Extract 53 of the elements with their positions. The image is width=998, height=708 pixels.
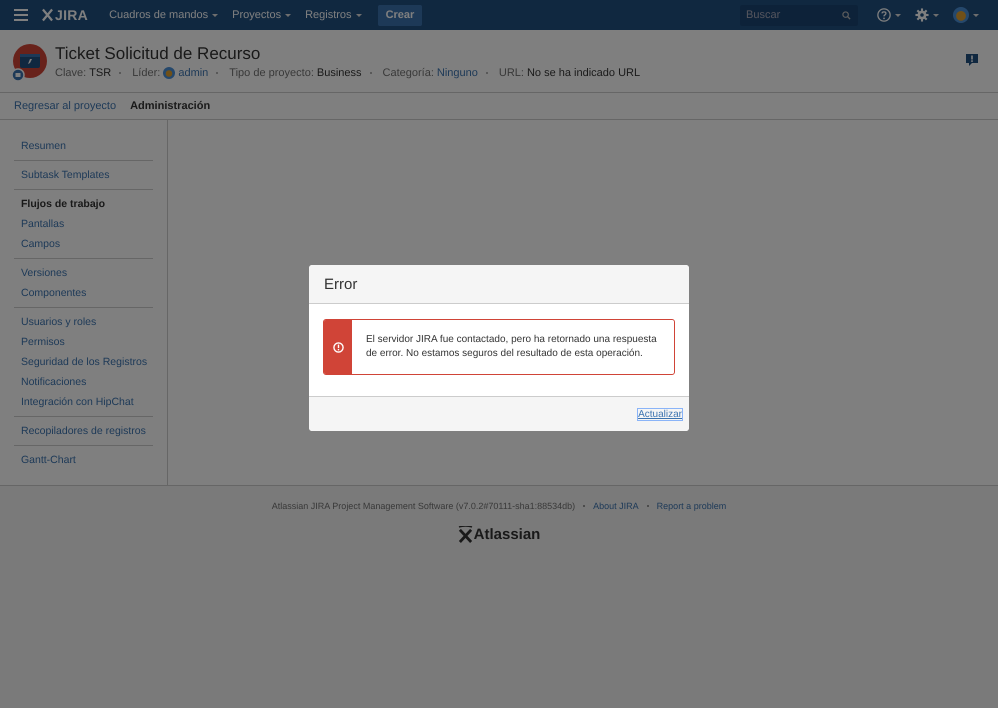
sidebar-item[interactable]: Notificaciones (14, 372, 153, 392)
help-icon (877, 8, 891, 22)
sidebar-item[interactable]: Flujos de trabajo (14, 194, 153, 214)
nav-tab[interactable]: Administración (130, 100, 210, 112)
footer-link[interactable]: Report a problem (656, 501, 726, 511)
sidebar-item[interactable]: Integración con HipChat (14, 392, 153, 412)
meta-value: TSR (89, 67, 112, 79)
meta-value: No se ha indicado URL (526, 67, 640, 79)
project-title: Ticket Solicitud de Recurso (55, 44, 262, 64)
user-avatar-icon (163, 67, 176, 79)
atlassian-logo-icon (458, 526, 473, 543)
sidebar-item[interactable]: Componentes (14, 283, 153, 303)
sidebar-item[interactable]: Permisos (14, 332, 153, 352)
nav-tab[interactable]: Regresar al proyecto (14, 100, 116, 112)
sidebar-item[interactable]: Recopiladores de registros (14, 421, 153, 441)
settings-icon (915, 8, 929, 22)
logo-icon (42, 8, 53, 22)
nav-menu[interactable]: Cuadros de mandos (102, 0, 226, 30)
footer-text: Atlassian JIRA Project Management Software (v7.0.2#70111-sha1:88534db) (272, 501, 576, 511)
settings-menu[interactable] (915, 8, 939, 22)
avatar-icon (953, 7, 969, 23)
sidebar-item[interactable]: Versiones (14, 263, 153, 283)
sidebar-item[interactable]: Seguridad de los Registros (14, 352, 153, 372)
error-message: El servidor JIRA fue contactado, pero ha retornado una respuesta de error. No estamos seguros del resultado de esta operación. (365, 333, 658, 361)
atlassian-logo-text: Atlassian (474, 526, 540, 543)
sidebar-item[interactable]: Pantallas (14, 214, 153, 234)
sidebar-item[interactable]: Campos (14, 234, 153, 254)
meta-label: Clave: (55, 67, 86, 79)
meta-label: URL: (498, 67, 524, 79)
help-menu[interactable] (877, 8, 901, 22)
sidebar-item[interactable]: Usuarios y roles (14, 312, 153, 332)
footer-link[interactable]: About JIRA (593, 501, 639, 511)
error-icon (332, 342, 344, 352)
meta-link[interactable]: Ninguno (436, 67, 478, 79)
nav-menu[interactable]: Proyectos (225, 0, 298, 30)
create-button[interactable]: Crear (378, 4, 422, 26)
meta-value: Business (316, 67, 362, 79)
logo-text[interactable]: JIRA (55, 7, 88, 23)
nav-menu[interactable]: Registros (298, 0, 369, 30)
search-icon (842, 10, 851, 20)
refresh-link[interactable]: Actualizar (638, 408, 682, 420)
meta-label: Líder: (132, 67, 160, 79)
user-menu[interactable] (953, 7, 979, 23)
sidebar-item[interactable]: Resumen (14, 136, 153, 156)
meta-link[interactable]: admin (178, 67, 208, 79)
feedback-icon[interactable] (966, 54, 978, 67)
dialog-title: Error (324, 276, 358, 292)
menu-icon[interactable] (14, 9, 28, 21)
sidebar-item[interactable]: Subtask Templates (14, 165, 153, 185)
sidebar-item[interactable]: Gantt-Chart (14, 450, 153, 470)
meta-label: Tipo de proyecto: (229, 67, 314, 79)
meta-label: Categoría: (382, 67, 434, 79)
search-field[interactable]: Buscar (740, 4, 858, 26)
